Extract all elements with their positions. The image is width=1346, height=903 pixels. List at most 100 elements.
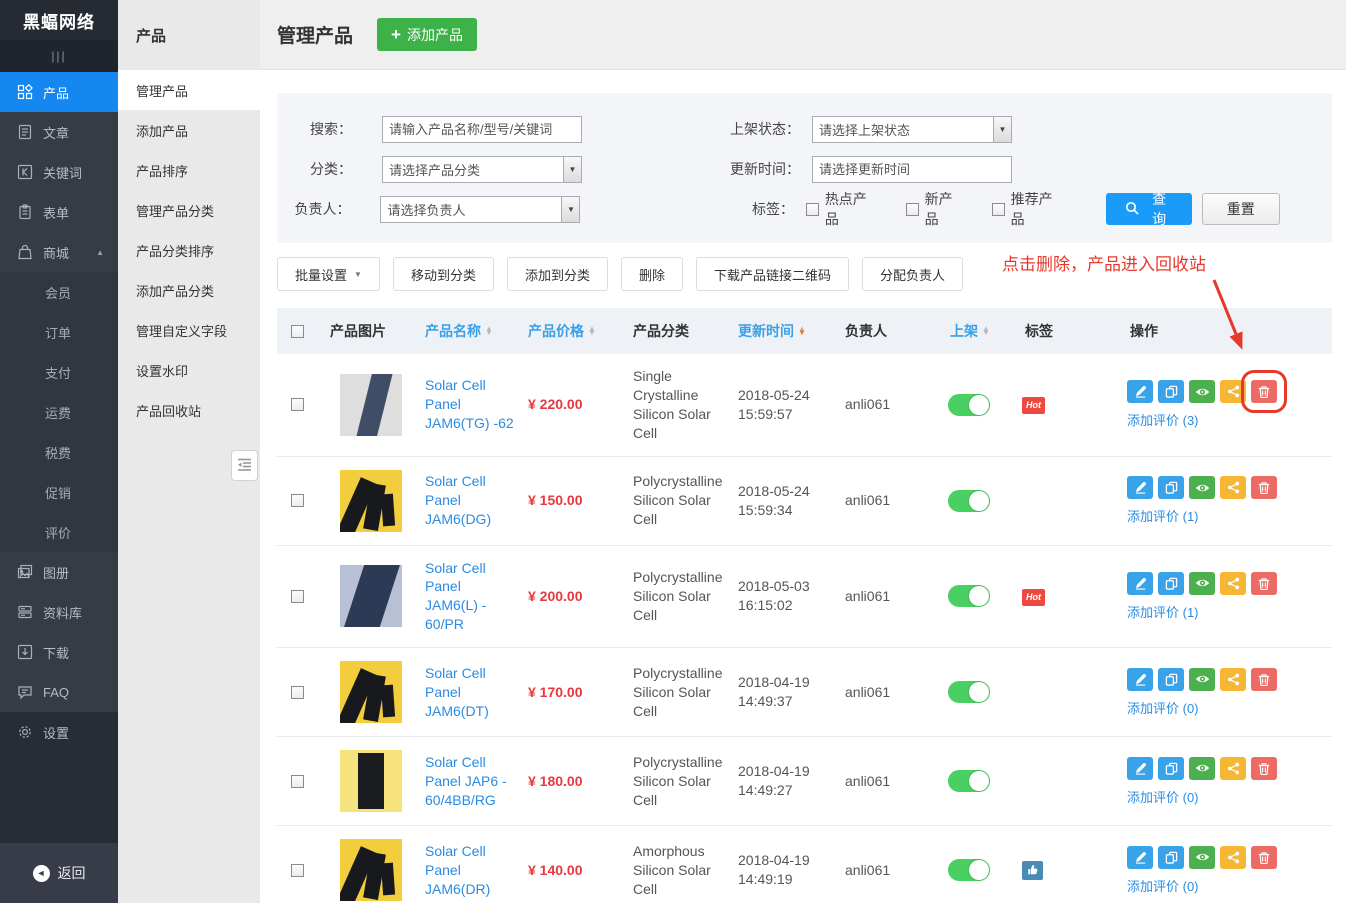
sidebar-item-订单[interactable]: 订单 <box>0 312 118 352</box>
edit-button[interactable] <box>1127 668 1153 691</box>
sidebar-collapse-button[interactable]: ||| <box>0 40 118 72</box>
toolbar-button-移动到分类[interactable]: 移动到分类 <box>393 257 494 291</box>
delete-button[interactable] <box>1251 757 1277 780</box>
submenu-item-设置水印[interactable]: 设置水印 <box>118 350 260 390</box>
column-header-产品价格[interactable]: 产品价格▲▼ <box>515 321 620 341</box>
share-button[interactable] <box>1220 572 1246 595</box>
checkbox[interactable] <box>806 203 819 216</box>
copy-button[interactable] <box>1158 380 1184 403</box>
share-button[interactable] <box>1220 846 1246 869</box>
share-button[interactable] <box>1220 668 1246 691</box>
row-checkbox[interactable] <box>291 494 304 507</box>
product-name-link[interactable]: Solar Cell Panel JAP6 - 60/4BB/RG <box>425 754 507 808</box>
status-select[interactable]: 请选择上架状态 ▼ <box>812 116 1012 143</box>
preview-button[interactable] <box>1189 476 1215 499</box>
share-button[interactable] <box>1220 380 1246 403</box>
submenu-item-添加产品分类[interactable]: 添加产品分类 <box>118 270 260 310</box>
add-review-link[interactable]: 添加评价 (3) <box>1127 410 1199 429</box>
submenu-item-产品回收站[interactable]: 产品回收站 <box>118 390 260 430</box>
sidebar-item-资料库[interactable]: 资料库 <box>0 592 118 632</box>
row-checkbox[interactable] <box>291 864 304 877</box>
sidebar-item-支付[interactable]: 支付 <box>0 352 118 392</box>
query-button[interactable]: 查询 <box>1106 193 1192 225</box>
product-name-link[interactable]: Solar Cell Panel JAM6(DR) <box>425 843 490 897</box>
edit-button[interactable] <box>1127 846 1153 869</box>
row-checkbox[interactable] <box>291 686 304 699</box>
add-review-link[interactable]: 添加评价 (0) <box>1127 787 1199 806</box>
tag-checkbox-新产品[interactable]: 新产品 <box>906 189 966 229</box>
sidebar-item-文章[interactable]: 文章 <box>0 112 118 152</box>
on-shelf-toggle[interactable] <box>948 490 990 512</box>
preview-button[interactable] <box>1189 380 1215 403</box>
product-name-link[interactable]: Solar Cell Panel JAM6(TG) -62 <box>425 377 514 431</box>
checkbox[interactable] <box>906 203 919 216</box>
toolbar-button-删除[interactable]: 删除 <box>621 257 683 291</box>
row-checkbox[interactable] <box>291 590 304 603</box>
edit-button[interactable] <box>1127 380 1153 403</box>
sidebar-item-FAQ[interactable]: FAQ <box>0 672 118 712</box>
delete-button[interactable] <box>1251 380 1277 403</box>
sidebar-item-商城[interactable]: 商城▲ <box>0 232 118 272</box>
product-name-link[interactable]: Solar Cell Panel JAM6(DG) <box>425 473 491 527</box>
toolbar-button-分配负责人[interactable]: 分配负责人 <box>862 257 963 291</box>
submenu-item-管理自定义字段[interactable]: 管理自定义字段 <box>118 310 260 350</box>
row-checkbox[interactable] <box>291 775 304 788</box>
copy-button[interactable] <box>1158 668 1184 691</box>
toolbar-button-添加到分类[interactable]: 添加到分类 <box>507 257 608 291</box>
preview-button[interactable] <box>1189 757 1215 780</box>
sidebar-item-评价[interactable]: 评价 <box>0 512 118 552</box>
tag-checkbox-推荐产品[interactable]: 推荐产品 <box>992 189 1066 229</box>
delete-button[interactable] <box>1251 476 1277 499</box>
add-product-button[interactable]: + 添加产品 <box>377 18 477 51</box>
sidebar-item-运费[interactable]: 运费 <box>0 392 118 432</box>
row-checkbox[interactable] <box>291 398 304 411</box>
sidebar-item-设置[interactable]: 设置 <box>0 712 118 752</box>
search-input[interactable] <box>382 116 582 143</box>
on-shelf-toggle[interactable] <box>948 770 990 792</box>
product-name-link[interactable]: Solar Cell Panel JAM6(L) - 60/PR <box>425 560 486 633</box>
submenu-item-管理产品分类[interactable]: 管理产品分类 <box>118 190 260 230</box>
edit-button[interactable] <box>1127 572 1153 595</box>
sidebar-item-下载[interactable]: 下载 <box>0 632 118 672</box>
tag-checkbox-热点产品[interactable]: 热点产品 <box>806 189 880 229</box>
share-button[interactable] <box>1220 757 1246 780</box>
submenu-item-添加产品[interactable]: 添加产品 <box>118 110 260 150</box>
delete-button[interactable] <box>1251 572 1277 595</box>
sidebar-item-产品[interactable]: 产品 <box>0 72 118 112</box>
sidebar-item-税费[interactable]: 税费 <box>0 432 118 472</box>
column-header-上架[interactable]: 上架▲▼ <box>937 321 1012 341</box>
edit-button[interactable] <box>1127 476 1153 499</box>
on-shelf-toggle[interactable] <box>948 681 990 703</box>
sidebar-item-会员[interactable]: 会员 <box>0 272 118 312</box>
checkbox[interactable] <box>992 203 1005 216</box>
on-shelf-toggle[interactable] <box>948 394 990 416</box>
delete-button[interactable] <box>1251 668 1277 691</box>
owner-select[interactable]: 请选择负责人 ▼ <box>380 196 580 223</box>
sidebar-item-关键词[interactable]: 关键词 <box>0 152 118 192</box>
add-review-link[interactable]: 添加评价 (0) <box>1127 698 1199 717</box>
back-button[interactable]: ◄ 返回 <box>0 843 118 903</box>
copy-button[interactable] <box>1158 476 1184 499</box>
on-shelf-toggle[interactable] <box>948 585 990 607</box>
reset-button[interactable]: 重置 <box>1202 193 1280 225</box>
copy-button[interactable] <box>1158 572 1184 595</box>
preview-button[interactable] <box>1189 572 1215 595</box>
add-review-link[interactable]: 添加评价 (1) <box>1127 602 1199 621</box>
toolbar-button-下载产品链接二维码[interactable]: 下载产品链接二维码 <box>696 257 849 291</box>
column-header-产品名称[interactable]: 产品名称▲▼ <box>412 321 515 341</box>
edit-button[interactable] <box>1127 757 1153 780</box>
sidebar-item-促销[interactable]: 促销 <box>0 472 118 512</box>
add-review-link[interactable]: 添加评价 (1) <box>1127 506 1199 525</box>
select-all-checkbox[interactable] <box>291 325 304 338</box>
preview-button[interactable] <box>1189 668 1215 691</box>
copy-button[interactable] <box>1158 846 1184 869</box>
category-select[interactable]: 请选择产品分类 ▼ <box>382 156 582 183</box>
copy-button[interactable] <box>1158 757 1184 780</box>
column-header-更新时间[interactable]: 更新时间▲▼ <box>725 321 832 341</box>
preview-button[interactable] <box>1189 846 1215 869</box>
submenu-item-产品分类排序[interactable]: 产品分类排序 <box>118 230 260 270</box>
submenu-collapse-button[interactable] <box>231 450 258 481</box>
submenu-item-管理产品[interactable]: 管理产品 <box>118 70 260 110</box>
update-time-input[interactable] <box>812 156 1012 183</box>
product-name-link[interactable]: Solar Cell Panel JAM6(DT) <box>425 665 489 719</box>
